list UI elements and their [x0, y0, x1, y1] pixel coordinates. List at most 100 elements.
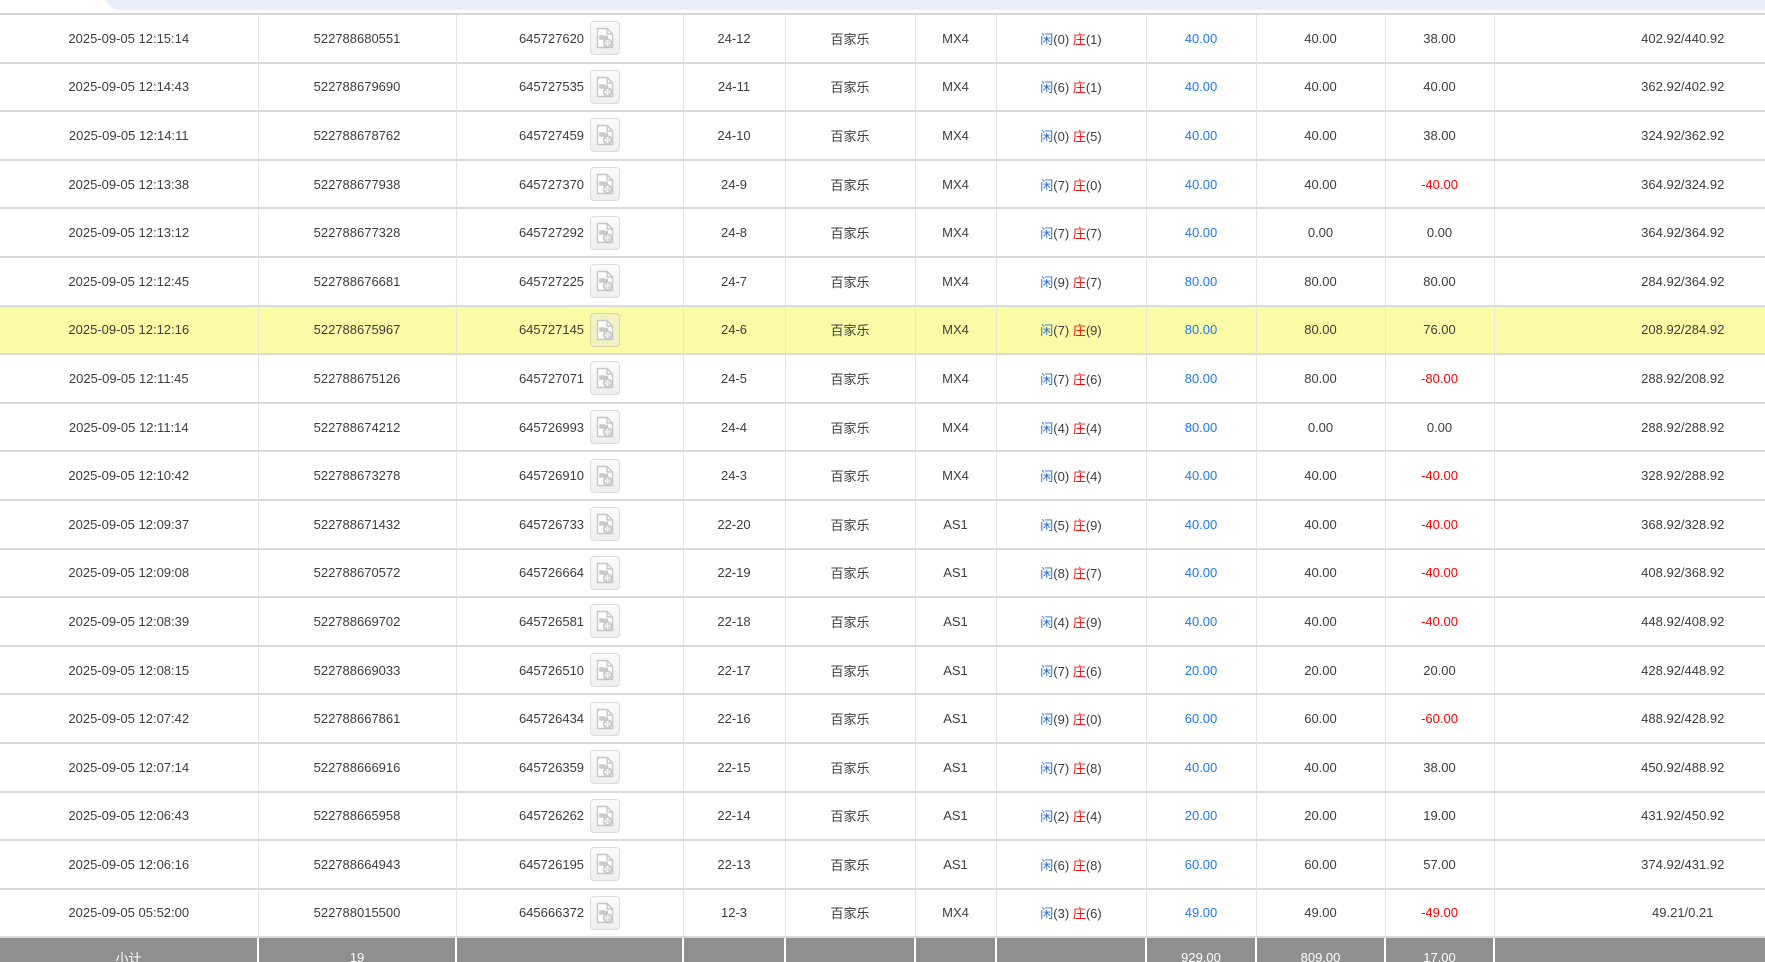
game-id-text: 645726195 — [519, 857, 584, 872]
game-id-text: 645727535 — [519, 79, 584, 94]
banker-points: (5) — [1086, 129, 1102, 144]
cell-bet-amount: 80.00 — [1146, 354, 1256, 403]
table-row[interactable]: 2025-09-05 05:52:00 522788015500 6456663… — [0, 889, 1765, 938]
table-row[interactable]: 2025-09-05 12:13:38 522788677938 6457273… — [0, 160, 1765, 209]
video-file-icon — [596, 708, 614, 730]
cell-valid-amount: 40.00 — [1256, 111, 1385, 160]
video-replay-button[interactable] — [590, 313, 620, 347]
banker-label: 庄 — [1073, 129, 1086, 144]
player-points: (0) — [1053, 469, 1069, 484]
cell-result: 闲(9) 庄(7) — [996, 257, 1146, 306]
table-row[interactable]: 2025-09-05 12:12:45 522788676681 6457272… — [0, 257, 1765, 306]
video-replay-button[interactable] — [590, 167, 620, 201]
cell-balance: 208.92/284.92 — [1494, 306, 1765, 355]
video-replay-button[interactable] — [590, 556, 620, 590]
cell-round: 24-7 — [683, 257, 785, 306]
video-replay-button[interactable] — [590, 410, 620, 444]
cell-game-id: 645727535 — [456, 63, 683, 112]
table-row[interactable]: 2025-09-05 12:15:14 522788680551 6457276… — [0, 14, 1765, 63]
cell-win-loss: 19.00 — [1385, 792, 1494, 841]
cell-game-type: 百家乐 — [785, 889, 915, 938]
table-row[interactable]: 2025-09-05 12:09:08 522788670572 6457266… — [0, 549, 1765, 598]
cell-round: 22-19 — [683, 549, 785, 598]
cell-balance: 368.92/328.92 — [1494, 500, 1765, 549]
video-replay-button[interactable] — [590, 896, 620, 930]
cell-game-id: 645727145 — [456, 306, 683, 355]
video-replay-button[interactable] — [590, 847, 620, 881]
cell-result: 闲(6) 庄(8) — [996, 840, 1146, 889]
player-label: 闲 — [1040, 712, 1053, 727]
table-row[interactable]: 2025-09-05 12:13:12 522788677328 6457272… — [0, 208, 1765, 257]
video-replay-button[interactable] — [590, 216, 620, 250]
cell-bet-amount: 60.00 — [1146, 840, 1256, 889]
video-replay-button[interactable] — [590, 507, 620, 541]
table-row[interactable]: 2025-09-05 12:07:14 522788666916 6457263… — [0, 743, 1765, 792]
table-row[interactable]: 2025-09-05 12:08:15 522788669033 6457265… — [0, 646, 1765, 695]
player-points: (8) — [1053, 566, 1069, 581]
cell-bet-id: 522788680551 — [258, 14, 456, 63]
player-points: (2) — [1053, 809, 1069, 824]
records-tbody: 2025-09-05 12:15:14 522788680551 6457276… — [0, 14, 1765, 937]
table-row[interactable]: 2025-09-05 12:11:45 522788675126 6457270… — [0, 354, 1765, 403]
video-replay-button[interactable] — [590, 653, 620, 687]
cell-bet-id: 522788676681 — [258, 257, 456, 306]
player-points: (4) — [1053, 421, 1069, 436]
video-replay-button[interactable] — [590, 604, 620, 638]
video-replay-button[interactable] — [590, 799, 620, 833]
video-replay-button[interactable] — [590, 361, 620, 395]
player-points: (0) — [1053, 32, 1069, 47]
banker-points: (8) — [1086, 761, 1102, 776]
cell-result: 闲(0) 庄(1) — [996, 14, 1146, 63]
player-label: 闲 — [1040, 323, 1053, 338]
video-file-icon — [596, 610, 614, 632]
subtotal-label: 小计 — [0, 937, 258, 962]
cell-bet-amount: 20.00 — [1146, 646, 1256, 695]
game-id-text: 645726262 — [519, 808, 584, 823]
table-row[interactable]: 2025-09-05 12:10:42 522788673278 6457269… — [0, 451, 1765, 500]
video-file-icon — [596, 367, 614, 389]
video-replay-button[interactable] — [590, 459, 620, 493]
cell-round: 24-3 — [683, 451, 785, 500]
table-row[interactable]: 2025-09-05 12:11:14 522788674212 6457269… — [0, 403, 1765, 452]
cell-game-type: 百家乐 — [785, 111, 915, 160]
video-replay-button[interactable] — [590, 750, 620, 784]
cell-win-loss: 76.00 — [1385, 306, 1494, 355]
player-points: (7) — [1053, 761, 1069, 776]
game-id-text: 645727292 — [519, 225, 584, 240]
banker-label: 庄 — [1073, 226, 1086, 241]
video-replay-button[interactable] — [590, 21, 620, 55]
bet-records-table: 2025-09-05 12:15:14 522788680551 6457276… — [0, 13, 1765, 962]
video-file-icon — [596, 756, 614, 778]
table-row[interactable]: 2025-09-05 12:08:39 522788669702 6457265… — [0, 597, 1765, 646]
banker-label: 庄 — [1073, 518, 1086, 533]
table-row[interactable]: 2025-09-05 12:12:16 522788675967 6457271… — [0, 306, 1765, 355]
banker-points: (7) — [1086, 226, 1102, 241]
cell-game-id: 645727370 — [456, 160, 683, 209]
cell-game-type: 百家乐 — [785, 646, 915, 695]
video-replay-button[interactable] — [590, 118, 620, 152]
player-label: 闲 — [1040, 32, 1053, 47]
banker-label: 庄 — [1073, 615, 1086, 630]
game-id-text: 645727370 — [519, 177, 584, 192]
banker-label: 庄 — [1073, 178, 1086, 193]
banker-points: (6) — [1086, 664, 1102, 679]
table-row[interactable]: 2025-09-05 12:06:16 522788664943 6457261… — [0, 840, 1765, 889]
video-replay-button[interactable] — [590, 264, 620, 298]
table-row[interactable]: 2025-09-05 12:14:43 522788679690 6457275… — [0, 63, 1765, 112]
cell-balance: 288.92/288.92 — [1494, 403, 1765, 452]
banker-label: 庄 — [1073, 566, 1086, 581]
video-replay-button[interactable] — [590, 702, 620, 736]
cell-bet-id: 522788679690 — [258, 63, 456, 112]
cell-balance: 364.92/364.92 — [1494, 208, 1765, 257]
table-row[interactable]: 2025-09-05 12:09:37 522788671432 6457267… — [0, 500, 1765, 549]
table-row[interactable]: 2025-09-05 12:06:43 522788665958 6457262… — [0, 792, 1765, 841]
video-replay-button[interactable] — [590, 70, 620, 104]
cell-win-loss: 20.00 — [1385, 646, 1494, 695]
cell-balance: 431.92/450.92 — [1494, 792, 1765, 841]
cell-balance: 364.92/324.92 — [1494, 160, 1765, 209]
cell-result: 闲(7) 庄(7) — [996, 208, 1146, 257]
table-row[interactable]: 2025-09-05 12:14:11 522788678762 6457274… — [0, 111, 1765, 160]
subtotal-empty-cell — [785, 937, 915, 962]
table-row[interactable]: 2025-09-05 12:07:42 522788667861 6457264… — [0, 694, 1765, 743]
cell-result: 闲(7) 庄(9) — [996, 306, 1146, 355]
